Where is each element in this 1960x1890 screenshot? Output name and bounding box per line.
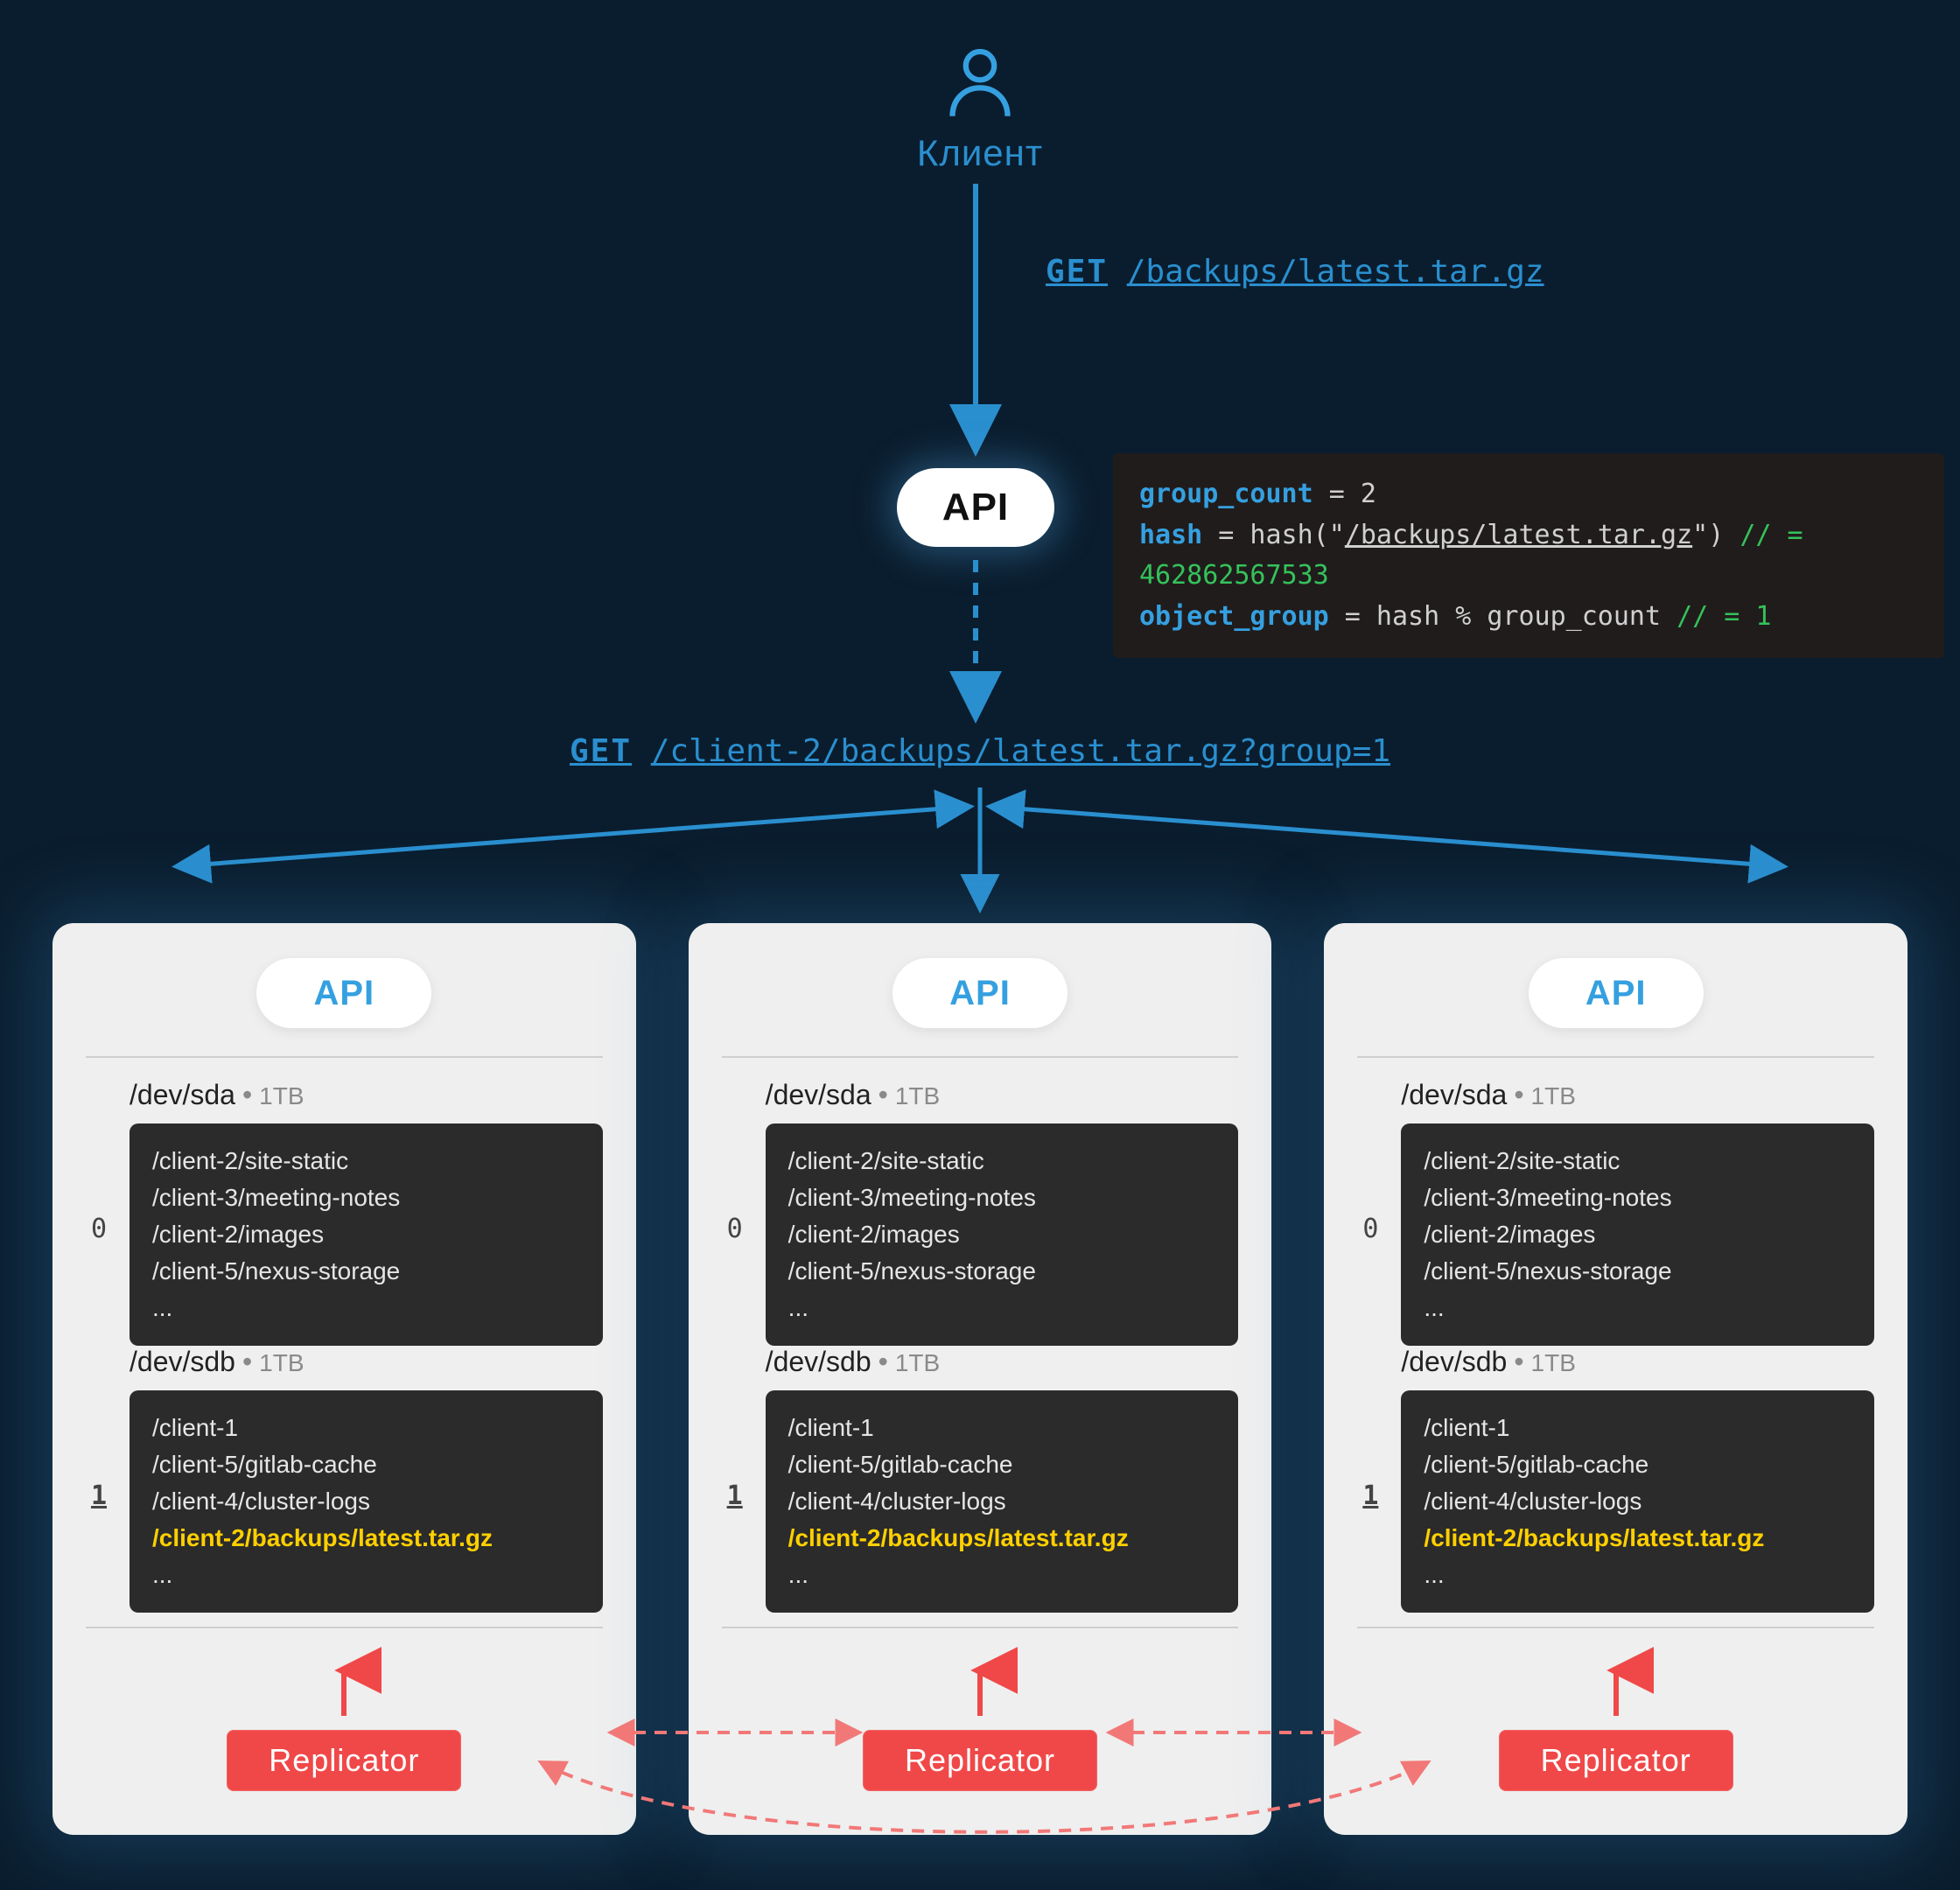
disk-index: 1 (1357, 1480, 1383, 1511)
disk-entry: /client-5/nexus-storage (788, 1253, 1216, 1290)
disk-entry: /client-5/gitlab-cache (152, 1446, 580, 1483)
request-second: GET /client-2/backups/latest.tar.gz?grou… (0, 733, 1960, 769)
request-top: GET /backups/latest.tar.gz (1046, 254, 1544, 290)
disk-row: 0/client-2/site-static/client-3/meeting-… (86, 1111, 603, 1346)
disk-entry: /client-5/gitlab-cache (1424, 1446, 1852, 1483)
disk-header: /dev/sda•1TB (130, 1079, 603, 1111)
disk-entry: /client-5/nexus-storage (152, 1253, 580, 1290)
disk-entry: ... (1424, 1557, 1852, 1593)
disk-entries: /client-2/site-static/client-3/meeting-n… (766, 1124, 1239, 1346)
disk-entry: ... (152, 1557, 580, 1593)
disk-index: 1 (86, 1480, 112, 1511)
disk-header: /dev/sdb•1TB (130, 1346, 603, 1378)
disk-entry: /client-5/nexus-storage (1424, 1253, 1852, 1290)
disk-row: 0/client-2/site-static/client-3/meeting-… (722, 1111, 1239, 1346)
disk-entry: /client-4/cluster-logs (1424, 1483, 1852, 1520)
disk-entry: /client-3/meeting-notes (788, 1180, 1216, 1216)
disk-path: /dev/sda (130, 1079, 235, 1110)
disk-size: 1TB (895, 1349, 940, 1376)
api-pill: API (256, 958, 431, 1028)
disk-entry: /client-2/images (152, 1216, 580, 1253)
disk-entry: /client-5/gitlab-cache (788, 1446, 1216, 1483)
disk-entries: /client-1/client-5/gitlab-cache/client-4… (130, 1390, 603, 1613)
replicator-wrap: Replicator (1357, 1663, 1874, 1791)
arrow-fanout (70, 788, 1890, 919)
disk-row: 1/client-1/client-5/gitlab-cache/client-… (86, 1378, 603, 1613)
api-pill: API (892, 958, 1068, 1028)
disk-path: /dev/sdb (130, 1346, 235, 1377)
replicator-badge: Replicator (1499, 1730, 1733, 1791)
disk-entry: /client-2/site-static (788, 1143, 1216, 1180)
disk-path: /dev/sdb (1401, 1346, 1507, 1377)
disk-entry: /client-3/meeting-notes (1424, 1180, 1852, 1216)
arrow-up-icon (962, 1663, 998, 1725)
disk-header: /dev/sdb•1TB (1401, 1346, 1874, 1378)
http-path: /backups/latest.tar.gz (1127, 254, 1544, 290)
arrow-client-to-api (962, 184, 998, 464)
disk-size: 1TB (895, 1082, 940, 1110)
disk-entries: /client-1/client-5/gitlab-cache/client-4… (766, 1390, 1239, 1613)
disk-size: 1TB (1531, 1082, 1576, 1110)
disk-entry: ... (788, 1290, 1216, 1326)
disk-entry: /client-2/site-static (1424, 1143, 1852, 1180)
disk-entries: /client-1/client-5/gitlab-cache/client-4… (1401, 1390, 1874, 1613)
disk-entry: /client-2/backups/latest.tar.gz (152, 1520, 580, 1557)
disk-index: 1 (722, 1480, 748, 1511)
disk-path: /dev/sda (1401, 1079, 1507, 1110)
disk-entry: /client-2/images (788, 1216, 1216, 1253)
http-method: GET (570, 733, 632, 769)
server-card: API/dev/sda•1TB0/client-2/site-static/cl… (52, 923, 636, 1835)
disk-path: /dev/sdb (766, 1346, 872, 1377)
disk-entry: /client-1 (788, 1410, 1216, 1446)
disk-entry: /client-4/cluster-logs (788, 1483, 1216, 1520)
http-method: GET (1046, 254, 1108, 290)
arrow-up-icon (326, 1663, 361, 1725)
disk-size: 1TB (1531, 1349, 1576, 1376)
disk-header: /dev/sdb•1TB (766, 1346, 1239, 1378)
disk-entry: /client-2/site-static (152, 1143, 580, 1180)
disk-index: 0 (86, 1214, 112, 1244)
user-icon (892, 44, 1068, 129)
disk-entries: /client-2/site-static/client-3/meeting-n… (1401, 1124, 1874, 1346)
disk-size: 1TB (259, 1349, 304, 1376)
replicator-badge: Replicator (863, 1730, 1097, 1791)
api-pill: API (1529, 958, 1704, 1028)
client-label: Клиент (892, 132, 1068, 174)
disk-row: 1/client-1/client-5/gitlab-cache/client-… (722, 1378, 1239, 1613)
disk-index: 0 (722, 1214, 748, 1244)
server-card: API/dev/sda•1TB0/client-2/site-static/cl… (689, 923, 1272, 1835)
disk-entry: ... (152, 1290, 580, 1326)
arrow-up-icon (1599, 1663, 1634, 1725)
disk-entry: /client-1 (1424, 1410, 1852, 1446)
disk-entries: /client-2/site-static/client-3/meeting-n… (130, 1124, 603, 1346)
http-path: /client-2/backups/latest.tar.gz?group=1 (651, 733, 1390, 769)
disk-entry: /client-2/backups/latest.tar.gz (788, 1520, 1216, 1557)
code-box: group_count = 2 hash = hash("/backups/la… (1113, 453, 1944, 658)
disk-row: 1/client-1/client-5/gitlab-cache/client-… (1357, 1378, 1874, 1613)
disk-size: 1TB (259, 1082, 304, 1110)
disk-entry: /client-1 (152, 1410, 580, 1446)
client: Клиент (892, 44, 1068, 174)
disk-row: 0/client-2/site-static/client-3/meeting-… (1357, 1111, 1874, 1346)
disk-entry: /client-4/cluster-logs (152, 1483, 580, 1520)
disk-entry: /client-2/images (1424, 1216, 1852, 1253)
server-cards: API/dev/sda•1TB0/client-2/site-static/cl… (52, 923, 1908, 1835)
disk-header: /dev/sda•1TB (1401, 1079, 1874, 1111)
replicator-wrap: Replicator (722, 1663, 1239, 1791)
replicator-wrap: Replicator (86, 1663, 603, 1791)
replicator-badge: Replicator (227, 1730, 461, 1791)
disk-entry: ... (788, 1557, 1216, 1593)
disk-path: /dev/sda (766, 1079, 872, 1110)
disk-entry: /client-3/meeting-notes (152, 1180, 580, 1216)
disk-entry: ... (1424, 1290, 1852, 1326)
disk-entry: /client-2/backups/latest.tar.gz (1424, 1520, 1852, 1557)
api-gateway: API (897, 468, 1054, 547)
arrow-api-to-get (962, 560, 998, 731)
server-card: API/dev/sda•1TB0/client-2/site-static/cl… (1324, 923, 1908, 1835)
disk-index: 0 (1357, 1214, 1383, 1244)
disk-header: /dev/sda•1TB (766, 1079, 1239, 1111)
